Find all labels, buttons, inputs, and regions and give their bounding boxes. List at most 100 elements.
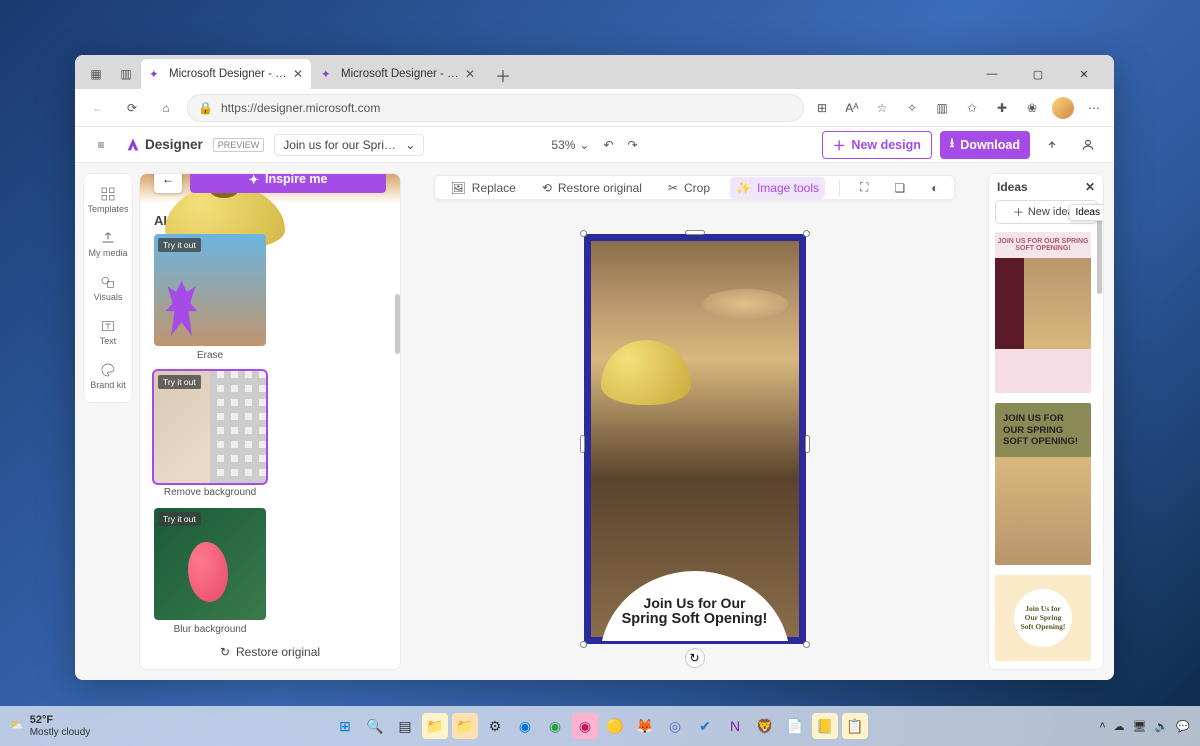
close-icon[interactable]: ✕ — [1085, 180, 1095, 194]
inspire-me-button[interactable]: ✦ Inspire me — [190, 173, 386, 193]
window-minimize-button[interactable]: — — [970, 59, 1014, 89]
network-icon[interactable]: 🖥 — [1133, 720, 1147, 733]
performance-icon[interactable]: ❀ — [1022, 98, 1042, 118]
new-design-button[interactable]: ＋ New design — [822, 131, 932, 159]
left-scrollbar[interactable] — [395, 294, 400, 354]
taskbar-app[interactable]: 📁 — [452, 713, 478, 739]
window-maximize-button[interactable]: ▢ — [1016, 59, 1060, 89]
start-button[interactable]: ⊞ — [332, 713, 358, 739]
rail-mymedia[interactable]: My media — [84, 226, 132, 262]
rail-text[interactable]: Text — [84, 314, 132, 350]
redo-button[interactable]: ↷ — [628, 138, 638, 152]
tray-chevron-icon[interactable]: ˄ — [1099, 720, 1105, 732]
weather-widget[interactable]: ⛅ 52°F Mostly cloudy — [10, 714, 90, 737]
tab-actions-icon[interactable]: ▥ — [111, 59, 141, 89]
notepad-icon[interactable]: 📄 — [782, 713, 808, 739]
extensions-icon[interactable]: ✧ — [902, 98, 922, 118]
browser-tab-2[interactable]: ✦ Microsoft Designer - Stunning d… ✕ — [313, 59, 483, 89]
taskview-button[interactable]: ▤ — [392, 713, 418, 739]
split-screen-icon[interactable]: ▥ — [932, 98, 952, 118]
hamburger-icon[interactable]: ≡ — [87, 131, 115, 159]
brave-icon[interactable]: 🦁 — [752, 713, 778, 739]
handle-bl[interactable] — [580, 641, 587, 648]
firefox-icon[interactable]: 🦊 — [632, 713, 658, 739]
edge-dev-icon[interactable]: ◉ — [542, 713, 568, 739]
ai-card-label: Erase — [197, 350, 223, 361]
idea-card-2[interactable]: JOIN US FOR OUR SPRING SOFT OPENING! — [995, 403, 1091, 564]
rail-visuals[interactable]: Visuals — [84, 270, 132, 306]
ai-card-erase[interactable]: Try it out Erase — [154, 234, 266, 361]
ctx-crop[interactable]: ✂ Crop — [662, 177, 716, 199]
window-close-button[interactable]: ✕ — [1062, 59, 1106, 89]
download-button[interactable]: ⭳ Download — [940, 131, 1030, 159]
idea-card-3[interactable]: Join Us for Our Spring Soft Opening! — [995, 575, 1091, 661]
restore-original-button[interactable]: ↻ Restore original — [140, 635, 400, 669]
nav-back-button[interactable]: ← — [85, 95, 111, 121]
taskbar-app[interactable]: ◎ — [662, 713, 688, 739]
more-icon[interactable]: ⋯ — [1084, 98, 1104, 118]
ctx-imagetools[interactable]: ✨ Image tools — [730, 177, 825, 199]
handle-tr[interactable] — [803, 230, 810, 237]
idea-card-1[interactable]: JOIN US FOR OUR SPRING SOFT OPENING! — [995, 232, 1091, 393]
workspaces-icon[interactable]: ▦ — [81, 59, 111, 89]
read-aloud-icon[interactable]: Aᴬ — [842, 98, 862, 118]
ctx-opacity[interactable]: ◐ — [925, 177, 944, 199]
close-tab-icon[interactable]: ✕ — [465, 67, 475, 81]
account-button[interactable] — [1074, 131, 1102, 159]
zoom-dropdown[interactable]: 53% ⌄ — [551, 138, 589, 152]
rotate-handle[interactable]: ↻ — [685, 648, 705, 668]
system-tray[interactable]: ˄ ☁ 🖥 🔊 💬 — [1099, 720, 1190, 733]
nav-refresh-button[interactable]: ⟳ — [119, 95, 145, 121]
collections-icon[interactable]: ✚ — [992, 98, 1012, 118]
onenote-icon[interactable]: N — [722, 713, 748, 739]
notifications-icon[interactable]: 💬 — [1176, 720, 1190, 733]
close-tab-icon[interactable]: ✕ — [293, 67, 303, 81]
design-canvas[interactable]: Join Us for Our Spring Soft Opening! — [584, 234, 806, 644]
app-install-icon[interactable]: ⊞ — [812, 98, 832, 118]
search-button[interactable]: 🔍 — [362, 713, 388, 739]
canvas-text[interactable]: Join Us for Our Spring Soft Opening! — [587, 595, 803, 627]
browser-tab-1[interactable]: ✦ Microsoft Designer - Stunning d… ✕ — [141, 59, 311, 89]
undo-button[interactable]: ↶ — [603, 138, 613, 152]
ideas-scrollbar[interactable] — [1097, 214, 1102, 294]
rail-brandkit[interactable]: Brand kit — [84, 358, 132, 394]
profile-avatar[interactable] — [1052, 97, 1074, 119]
chrome-icon[interactable]: 🟡 — [602, 713, 628, 739]
url-input[interactable]: 🔒 https://designer.microsoft.com — [187, 94, 804, 122]
separator — [839, 179, 840, 197]
taskbar-app[interactable]: ◉ — [572, 713, 598, 739]
handle-mt[interactable] — [685, 230, 705, 235]
inspire-back-button[interactable]: ← — [154, 173, 182, 193]
handle-tl[interactable] — [580, 230, 587, 237]
ctx-fit[interactable]: ⛶ — [854, 176, 874, 199]
ai-card-blur-bg[interactable]: Try it out Blur background — [154, 508, 266, 635]
ctx-restore[interactable]: ⟲ Restore original — [536, 177, 648, 199]
ctx-label: Replace — [472, 181, 516, 195]
context-toolbar: 🖼 Replace ⟲ Restore original ✂ Crop ✨ Im… — [434, 175, 956, 200]
handle-ml[interactable] — [580, 435, 585, 453]
taskbar-app[interactable]: ⚙ — [482, 713, 508, 739]
canvas-line1: Join Us for Our — [587, 595, 803, 611]
handle-br[interactable] — [803, 641, 810, 648]
onedrive-icon[interactable]: ☁ — [1114, 720, 1125, 733]
favorite-icon[interactable]: ☆ — [872, 98, 892, 118]
ctx-arrange[interactable]: ❏ — [888, 177, 911, 199]
taskbar-app[interactable]: 📁 — [422, 713, 448, 739]
todo-icon[interactable]: ✔ — [692, 713, 718, 739]
document-title-dropdown[interactable]: Join us for our Spring … ⌄ — [274, 134, 424, 156]
share-button[interactable] — [1038, 131, 1066, 159]
new-tab-button[interactable]: ＋ — [489, 61, 517, 89]
ctx-label: Crop — [684, 181, 710, 195]
ai-card-remove-bg[interactable]: Try it out Remove background — [154, 371, 266, 498]
favorites-bar-icon[interactable]: ✩ — [962, 98, 982, 118]
taskbar-app[interactable]: 📋 — [842, 713, 868, 739]
app-brand[interactable]: Designer — [125, 137, 203, 153]
nav-home-button[interactable]: ⌂ — [153, 95, 179, 121]
ctx-replace[interactable]: 🖼 Replace — [445, 177, 522, 199]
rail-templates[interactable]: Templates — [84, 182, 132, 218]
handle-mr[interactable] — [805, 435, 810, 453]
volume-icon[interactable]: 🔊 — [1155, 720, 1169, 733]
opacity-icon: ◐ — [931, 181, 938, 195]
taskbar-app[interactable]: 📒 — [812, 713, 838, 739]
edge-icon[interactable]: ◉ — [512, 713, 538, 739]
